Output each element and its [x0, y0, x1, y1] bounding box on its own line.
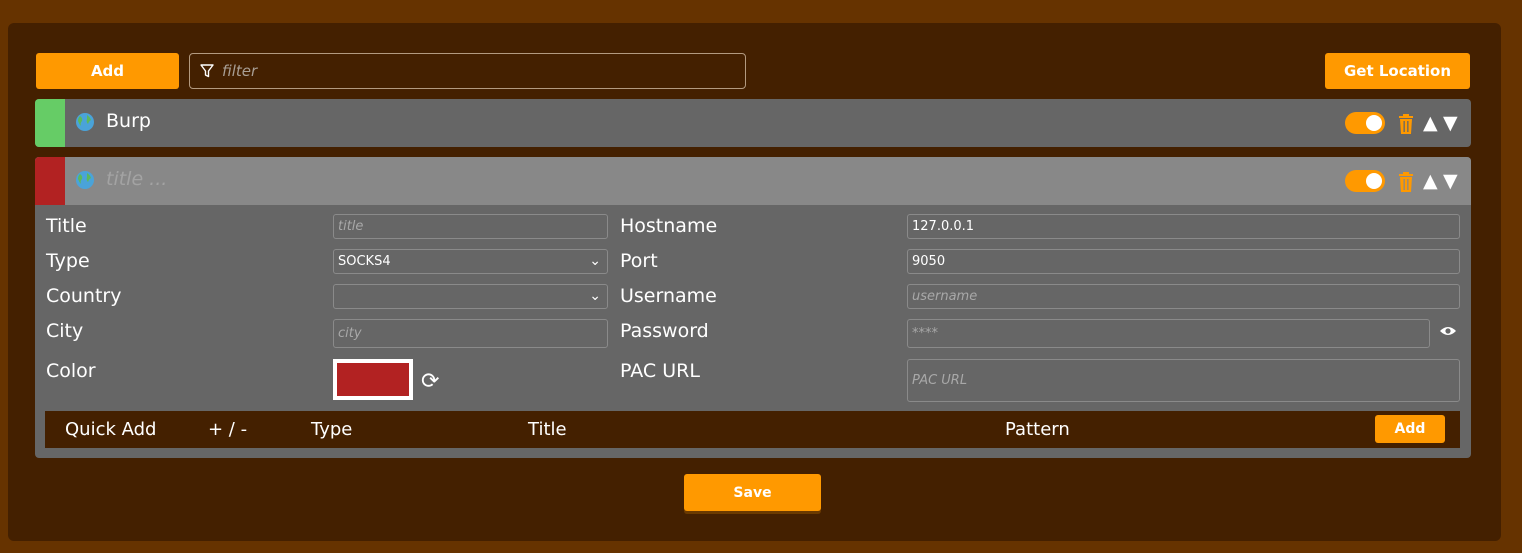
proxy-color-stripe	[35, 157, 65, 205]
pac-url-input[interactable]	[907, 359, 1460, 402]
proxy-row-burp[interactable]: Burp ▲ ▼	[35, 99, 1471, 147]
username-label: Username	[620, 285, 717, 307]
globe-icon	[76, 171, 94, 189]
move-down-icon[interactable]: ▼	[1443, 112, 1458, 134]
password-label: Password	[620, 320, 709, 342]
save-button[interactable]: Save	[684, 474, 821, 511]
pac-url-label: PAC URL	[620, 360, 700, 382]
port-input[interactable]	[907, 249, 1460, 274]
globe-icon	[76, 113, 94, 131]
city-label: City	[46, 320, 84, 342]
city-input[interactable]	[333, 319, 608, 348]
trash-icon[interactable]	[1397, 113, 1415, 135]
random-color-icon[interactable]: ⟳	[421, 369, 439, 394]
chevron-down-icon: ⌄	[589, 288, 601, 304]
title-input[interactable]	[333, 214, 608, 239]
move-down-icon[interactable]: ▼	[1443, 170, 1458, 192]
proxy-enable-toggle[interactable]	[1345, 170, 1385, 192]
quick-add-header: Quick Add	[65, 419, 157, 440]
move-up-icon[interactable]: ▲	[1423, 170, 1438, 192]
title-label: Title	[46, 215, 87, 237]
trash-icon[interactable]	[1397, 171, 1415, 193]
password-input[interactable]	[907, 319, 1430, 348]
proxy-enable-toggle[interactable]	[1345, 112, 1385, 134]
title-header: Title	[528, 419, 567, 440]
type-select[interactable]: SOCKS4 ⌄	[333, 249, 608, 274]
type-header: Type	[311, 419, 353, 440]
quick-add-bar: Quick Add + / - Type Title Pattern Add	[45, 411, 1460, 448]
color-label: Color	[46, 360, 96, 382]
pattern-header: Pattern	[1005, 419, 1070, 440]
proxy-title: Burp	[106, 110, 151, 132]
include-exclude-header: + / -	[208, 419, 248, 440]
username-input[interactable]	[907, 284, 1460, 309]
chevron-down-icon: ⌄	[589, 253, 601, 269]
eye-icon[interactable]	[1439, 325, 1457, 337]
proxy-title-placeholder: title ...	[106, 168, 168, 190]
hostname-label: Hostname	[620, 215, 718, 237]
move-up-icon[interactable]: ▲	[1423, 112, 1438, 134]
add-proxy-button[interactable]: Add	[36, 53, 179, 89]
country-select[interactable]: ⌄	[333, 284, 608, 309]
filter-box[interactable]	[189, 53, 746, 89]
hostname-input[interactable]	[907, 214, 1460, 239]
filter-icon	[200, 64, 214, 78]
country-label: Country	[46, 285, 122, 307]
add-pattern-button[interactable]: Add	[1375, 415, 1445, 443]
proxy-editor-header[interactable]	[35, 157, 1471, 205]
type-select-value: SOCKS4	[338, 254, 391, 269]
get-location-button[interactable]: Get Location	[1325, 53, 1470, 89]
color-picker[interactable]	[333, 359, 413, 400]
proxy-color-stripe	[35, 99, 65, 147]
port-label: Port	[620, 250, 658, 272]
filter-input[interactable]	[222, 62, 745, 80]
type-label: Type	[46, 250, 90, 272]
proxy-row-editor: title ... ▲ ▼ Title Type SOCKS4 ⌄ Countr…	[35, 157, 1471, 458]
